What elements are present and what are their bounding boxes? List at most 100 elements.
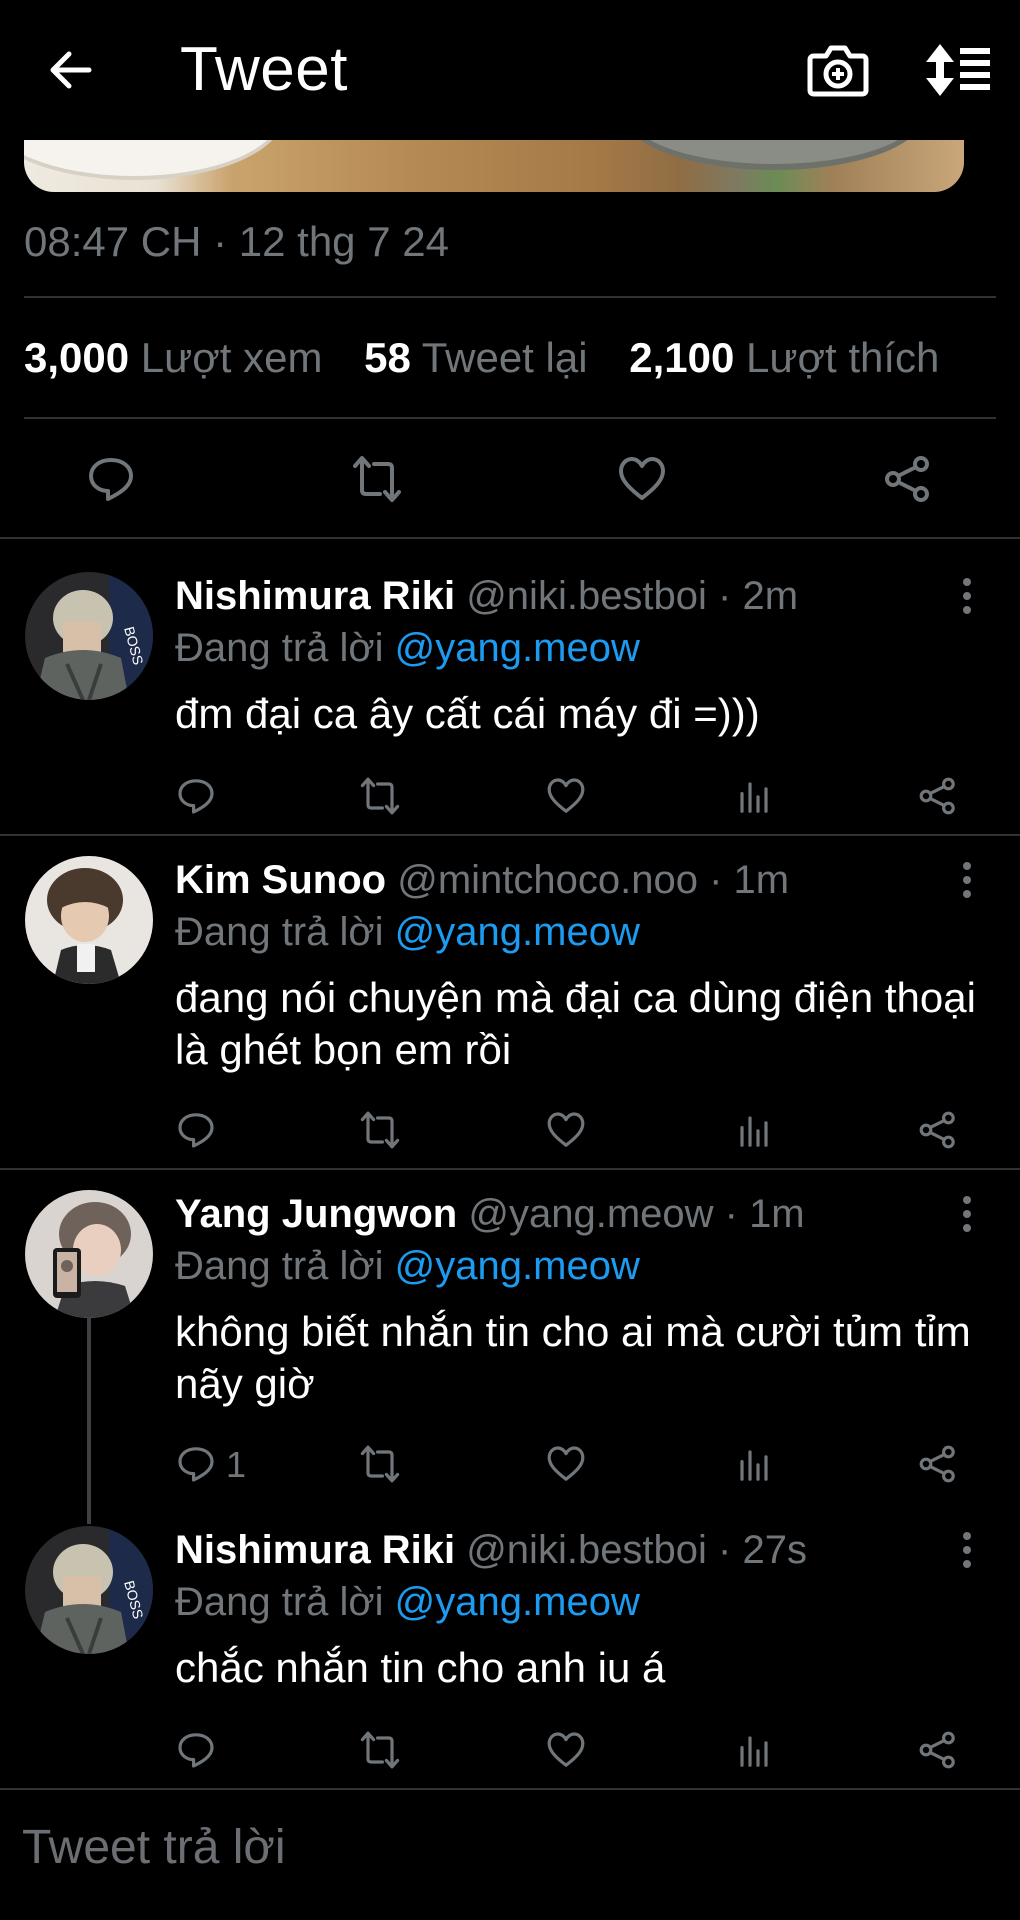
divider: [0, 1168, 1020, 1170]
more-options-icon[interactable]: [952, 860, 982, 900]
reply-action-bar: [0, 1726, 1020, 1776]
reply-icon[interactable]: [86, 454, 136, 504]
analytics-icon[interactable]: [734, 1444, 774, 1484]
display-name[interactable]: Yang Jungwon: [175, 1192, 457, 1236]
reply-action-bar: 1: [0, 1440, 1020, 1490]
share-icon[interactable]: [883, 454, 933, 504]
mention-link[interactable]: @yang.meow: [395, 1244, 640, 1288]
reply-header: Kim Sunoo @mintchoco.noo · 1m: [175, 858, 789, 903]
share-icon[interactable]: [918, 776, 958, 816]
retweet-icon[interactable]: [360, 1730, 400, 1770]
retweet-icon[interactable]: [352, 454, 402, 504]
reply-header: Nishimura Riki @niki.bestboi · 2m: [175, 574, 798, 619]
avatar-image: [25, 1190, 153, 1318]
sort-button[interactable]: [924, 40, 994, 100]
arrow-left-icon: [50, 51, 92, 89]
avatar-image: [25, 856, 153, 984]
reply-item[interactable]: Kim Sunoo @mintchoco.noo · 1m Đang trả l…: [0, 852, 1020, 1164]
replying-to: Đang trả lời @yang.meow: [175, 626, 640, 671]
reply-text: đang nói chuyện mà đại ca dùng điện thoạ…: [175, 974, 976, 1073]
divider: [24, 417, 996, 419]
reply-icon[interactable]: [176, 1730, 216, 1770]
like-icon[interactable]: [546, 776, 586, 816]
tweet-stats: 3,000 Lượt xem 58 Tweet lại 2,100 Lượt t…: [24, 334, 939, 382]
more-options-icon[interactable]: [952, 1194, 982, 1234]
reply-input-placeholder: Tweet trả lời: [22, 1821, 286, 1874]
reply-action-bar: [0, 1106, 1020, 1156]
replying-prefix: Đang trả lời: [175, 910, 384, 954]
more-options-icon[interactable]: [952, 1530, 982, 1570]
avatar-image: BOSS: [25, 1526, 153, 1654]
divider: [0, 537, 1020, 539]
sort-icon: [926, 44, 990, 96]
share-icon[interactable]: [918, 1730, 958, 1770]
avatar[interactable]: [25, 856, 153, 984]
top-bar: Tweet: [0, 0, 1020, 140]
reply-item[interactable]: BOSS Nishimura Riki @niki.bestboi · 27s …: [0, 1522, 1020, 1784]
replying-to: Đang trả lời @yang.meow: [175, 910, 640, 955]
handle-time: @niki.bestboi · 27s: [466, 1528, 807, 1572]
analytics-icon[interactable]: [734, 1110, 774, 1150]
tweet-timestamp: 08:47 CH · 12 thg 7 24: [24, 218, 449, 265]
share-icon[interactable]: [918, 1444, 958, 1484]
like-icon[interactable]: [546, 1110, 586, 1150]
reply-action-bar: [0, 772, 1020, 822]
retweet-icon[interactable]: [360, 776, 400, 816]
like-icon[interactable]: [617, 454, 667, 504]
display-name[interactable]: Nishimura Riki: [175, 1528, 455, 1572]
reply-composer[interactable]: Tweet trả lời: [0, 1792, 1020, 1920]
views-count: 3,000: [24, 334, 130, 381]
handle-time: @yang.meow · 1m: [468, 1192, 805, 1236]
retweets-count: 58: [364, 334, 411, 381]
views-label: Lượt xem: [140, 334, 323, 381]
more-options-icon[interactable]: [952, 576, 982, 616]
analytics-icon[interactable]: [734, 776, 774, 816]
reply-text: chắc nhắn tin cho anh iu á: [175, 1644, 666, 1691]
reply-item[interactable]: BOSS Nishimura Riki @niki.bestboi · 2m Đ…: [0, 570, 1020, 832]
analytics-icon[interactable]: [734, 1730, 774, 1770]
mention-link[interactable]: @yang.meow: [395, 626, 640, 670]
divider: [24, 296, 996, 298]
reply-header: Yang Jungwon @yang.meow · 1m: [175, 1192, 805, 1237]
likes-label: Lượt thích: [746, 334, 940, 381]
retweet-icon[interactable]: [360, 1110, 400, 1150]
retweets-stat[interactable]: 58 Tweet lại: [364, 334, 587, 381]
display-name[interactable]: Kim Sunoo: [175, 858, 386, 902]
replying-prefix: Đang trả lời: [175, 1244, 384, 1288]
mention-link[interactable]: @yang.meow: [395, 910, 640, 954]
avatar[interactable]: [25, 1190, 153, 1318]
like-icon[interactable]: [546, 1444, 586, 1484]
like-icon[interactable]: [546, 1730, 586, 1770]
tweet-action-bar: [0, 440, 1020, 516]
share-icon[interactable]: [918, 1110, 958, 1150]
camera-button[interactable]: [806, 40, 870, 100]
reply-item[interactable]: Yang Jungwon @yang.meow · 1m Đang trả lờ…: [0, 1186, 1020, 1486]
reply-text: không biết nhắn tin cho ai mà cười tủm t…: [175, 1308, 971, 1407]
handle-time: @mintchoco.noo · 1m: [397, 858, 790, 902]
reply-icon[interactable]: [176, 1110, 216, 1150]
avatar-image: BOSS: [25, 572, 153, 700]
divider: [0, 1788, 1020, 1790]
mention-link[interactable]: @yang.meow: [395, 1580, 640, 1624]
display-name[interactable]: Nishimura Riki: [175, 574, 455, 618]
views-stat[interactable]: 3,000 Lượt xem: [24, 334, 322, 381]
reply-icon[interactable]: [176, 776, 216, 816]
avatar[interactable]: BOSS: [25, 1526, 153, 1654]
replying-prefix: Đang trả lời: [175, 1580, 384, 1624]
page-title: Tweet: [180, 35, 348, 104]
reply-header: Nishimura Riki @niki.bestboi · 27s: [175, 1528, 807, 1573]
retweet-icon[interactable]: [360, 1444, 400, 1484]
back-button[interactable]: [36, 36, 104, 104]
camera-plus-icon: [807, 45, 869, 97]
likes-count: 2,100: [629, 334, 735, 381]
retweets-label: Tweet lại: [421, 334, 588, 381]
reply-count: 1: [226, 1444, 247, 1485]
reply-text: đm đại ca ây cất cái máy đi =))): [175, 690, 760, 737]
replying-to: Đang trả lời @yang.meow: [175, 1580, 640, 1625]
divider: [0, 834, 1020, 836]
avatar[interactable]: BOSS: [25, 572, 153, 700]
reply-icon[interactable]: [176, 1444, 216, 1484]
handle-time: @niki.bestboi · 2m: [466, 574, 799, 618]
likes-stat[interactable]: 2,100 Lượt thích: [629, 334, 939, 381]
replying-to: Đang trả lời @yang.meow: [175, 1244, 640, 1289]
